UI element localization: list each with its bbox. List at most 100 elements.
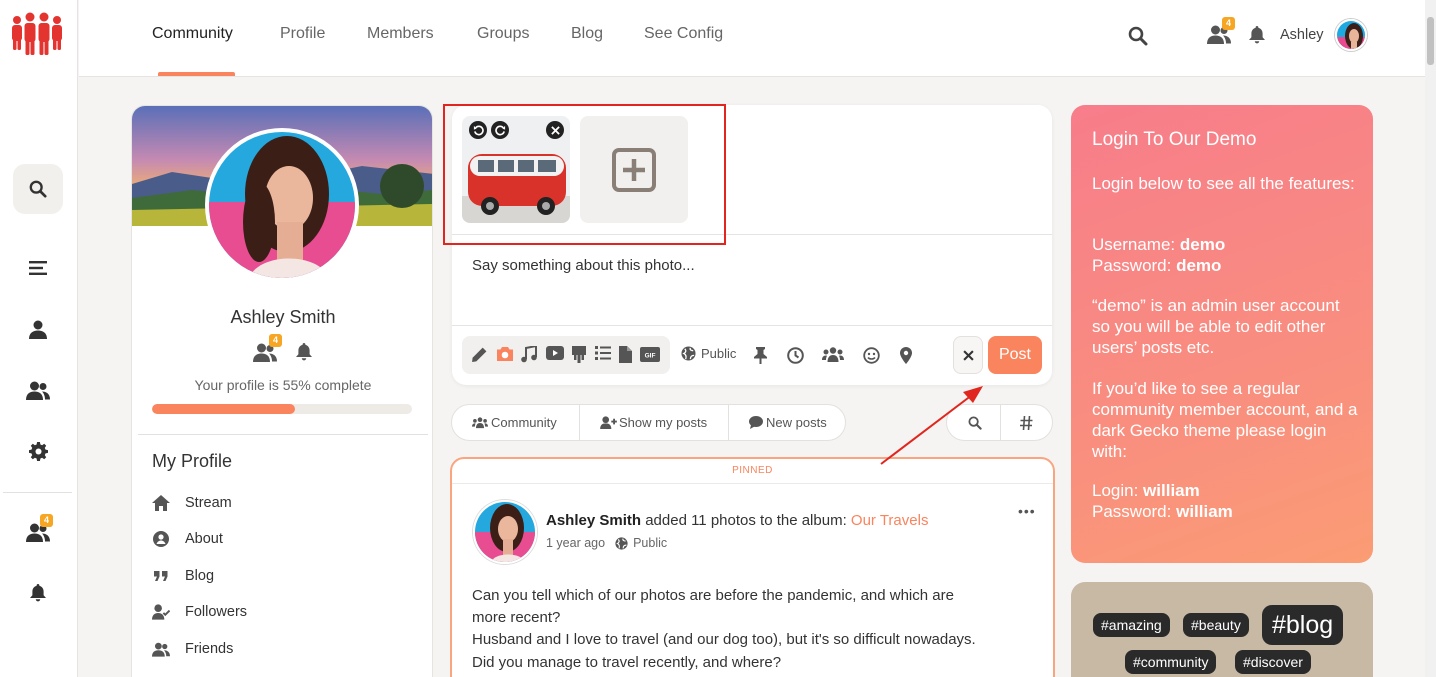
home-icon <box>152 495 170 511</box>
file-icon[interactable] <box>619 346 632 363</box>
filter-community[interactable]: Community <box>472 405 557 440</box>
password-label: Password: <box>1092 502 1177 521</box>
divider <box>1000 405 1001 440</box>
tag-link[interactable]: #beauty <box>1183 613 1249 637</box>
svg-text:GIF: GIF <box>645 353 656 360</box>
filter-show-my-posts[interactable]: Show my posts <box>600 405 707 440</box>
tag-link[interactable]: #amazing <box>1093 613 1170 637</box>
user-icon <box>29 320 47 339</box>
friends-badge: 4 <box>269 334 283 347</box>
privacy-selector[interactable]: Public <box>681 346 736 361</box>
post-privacy: Public <box>633 536 668 550</box>
profile-completion-text: Your profile is 55% complete <box>194 377 372 393</box>
gif-icon[interactable]: GIF <box>640 347 660 362</box>
post-button[interactable]: Post <box>988 336 1042 374</box>
rail-notifications-button[interactable] <box>13 568 63 618</box>
emoji-icon[interactable] <box>863 347 880 364</box>
pinned-label: PINNED <box>732 465 773 476</box>
stream-search-tools <box>946 404 1053 441</box>
list-icon[interactable] <box>595 346 611 360</box>
bell-icon[interactable] <box>296 343 312 361</box>
tag-link[interactable]: #discover <box>1235 650 1311 674</box>
menu-item-label: Stream <box>185 495 232 511</box>
tag-link[interactable]: #community <box>1125 650 1217 674</box>
camera-icon[interactable] <box>496 346 514 362</box>
demo-username: Username: demo <box>1092 234 1362 255</box>
divider <box>452 483 1053 484</box>
location-icon[interactable] <box>900 347 912 364</box>
users-icon <box>472 416 488 429</box>
nav-groups[interactable]: Groups <box>477 25 529 43</box>
filter-new-posts[interactable]: New posts <box>749 405 827 440</box>
scrollbar[interactable] <box>1425 0 1436 677</box>
nav-see-config[interactable]: See Config <box>644 25 723 43</box>
more-options-icon[interactable]: ••• <box>1018 503 1036 519</box>
avatar[interactable] <box>1335 19 1367 51</box>
tag-link[interactable]: #blog <box>1262 605 1344 645</box>
demo-password: Password: demo <box>1092 255 1362 276</box>
member-password: Password: william <box>1092 501 1362 522</box>
highlight-box <box>443 104 726 245</box>
rail-profile-button[interactable] <box>13 304 63 354</box>
post-text-input[interactable]: Say something about this photo... <box>472 257 695 274</box>
menu-item-stream[interactable]: Stream <box>152 492 232 514</box>
logo[interactable] <box>10 12 64 58</box>
album-link[interactable]: Our Travels <box>851 512 929 529</box>
avatar[interactable] <box>473 500 537 564</box>
comment-icon <box>749 416 763 429</box>
post-header: Ashley Smith added 11 photos to the albu… <box>546 512 928 529</box>
bell-icon[interactable] <box>1249 26 1265 44</box>
nav-blog[interactable]: Blog <box>571 25 603 43</box>
stream-filter-bar: Community Show my posts New posts <box>451 404 846 441</box>
friends-badge: 4 <box>40 514 54 527</box>
menu-item-about[interactable]: About <box>152 528 223 550</box>
users-icon <box>26 381 50 400</box>
gear-icon <box>28 441 48 461</box>
pencil-icon[interactable] <box>471 346 488 363</box>
divider <box>452 325 1052 326</box>
rail-search-button[interactable] <box>13 164 63 214</box>
search-icon <box>29 180 47 198</box>
admin-note: “demo” is an admin user account so you w… <box>1092 296 1340 357</box>
user-name[interactable]: Ashley <box>1280 27 1324 43</box>
video-icon[interactable] <box>546 346 564 360</box>
post-text-line: Did you manage to travel recently, and w… <box>472 654 782 671</box>
users-group-icon[interactable] <box>822 347 844 363</box>
rail-settings-button[interactable] <box>13 426 63 476</box>
filter-label: Community <box>491 415 557 430</box>
poll-icon[interactable] <box>572 346 586 363</box>
login-value: william <box>1143 481 1200 500</box>
member-login: Login: william <box>1092 480 1362 501</box>
search-icon[interactable] <box>1128 26 1148 46</box>
rail-friends-button[interactable] <box>13 365 63 415</box>
cancel-post-button[interactable] <box>953 336 983 374</box>
scrollbar-thumb[interactable] <box>1427 17 1434 65</box>
close-icon <box>962 349 974 361</box>
nav-community[interactable]: Community <box>152 25 233 43</box>
globe-icon <box>681 346 696 361</box>
quote-icon <box>152 571 170 581</box>
composer-toolbar: GIF <box>462 336 670 374</box>
pin-icon[interactable] <box>754 347 767 364</box>
member-note: If you’d like to see a regular community… <box>1092 379 1358 461</box>
hashtag-icon[interactable] <box>1020 416 1033 430</box>
login-intro: Login below to see all the features: <box>1092 174 1355 193</box>
nav-profile[interactable]: Profile <box>280 25 325 43</box>
search-icon[interactable] <box>968 416 982 430</box>
password-value: demo <box>1176 256 1222 275</box>
post-time[interactable]: 1 year ago <box>546 536 605 550</box>
post-author[interactable]: Ashley Smith <box>546 512 641 529</box>
profile-avatar[interactable] <box>205 128 359 282</box>
post-text-line: Husband and I love to travel (and our do… <box>472 631 976 648</box>
hamburger-icon <box>29 261 47 275</box>
password-value: william <box>1176 502 1233 521</box>
menu-item-blog[interactable]: Blog <box>152 565 214 587</box>
menu-item-followers[interactable]: Followers <box>152 601 247 623</box>
clock-icon[interactable] <box>787 347 804 364</box>
rail-menu-button[interactable] <box>13 243 63 293</box>
nav-members[interactable]: Members <box>367 25 434 43</box>
profile-completion-bar <box>152 404 412 414</box>
music-icon[interactable] <box>521 346 537 363</box>
menu-item-friends[interactable]: Friends <box>152 638 233 660</box>
rail-friend-requests-button[interactable]: 4 <box>13 507 63 557</box>
